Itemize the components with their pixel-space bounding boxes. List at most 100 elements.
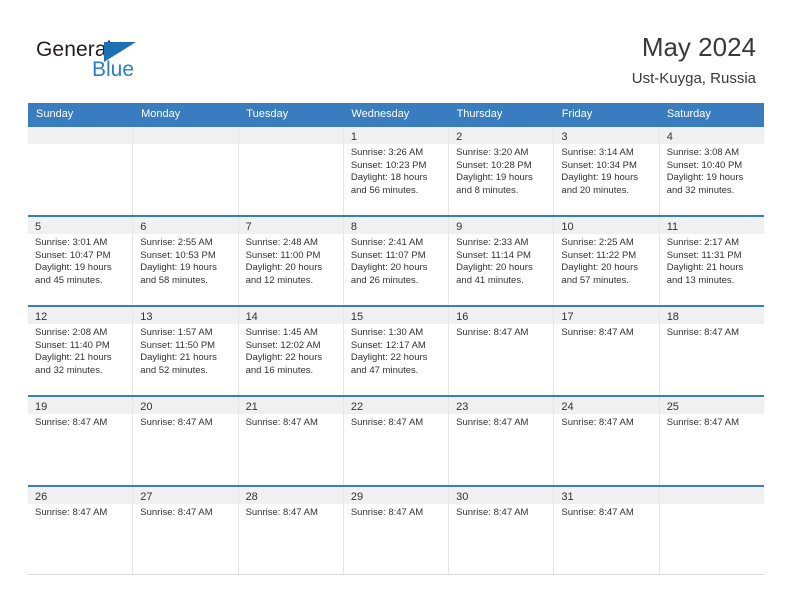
date-number: 6 xyxy=(140,221,147,233)
day-cell[interactable]: 1 Sunrise: 3:26 AM Sunset: 10:23 PM Dayligh… xyxy=(343,127,450,215)
day-detail-line: Sunrise: 8:47 AM xyxy=(350,507,424,518)
date-band: 14 xyxy=(238,307,343,324)
date-number: 7 xyxy=(245,221,252,233)
date-number: 21 xyxy=(245,401,258,413)
day-detail-line: Daylight: 22 hours xyxy=(350,352,428,364)
day-cell[interactable]: 15 Sunrise: 1:30 AM Sunset: 12:17 AM Daylig… xyxy=(343,307,450,395)
day-cell[interactable]: 27 Sunrise: 8:47 AM xyxy=(133,487,239,574)
day-details: Sunrise: 8:47 AM xyxy=(449,414,553,430)
calendar-grid: Sunday Monday Tuesday Wednesday Thursday Frid… xyxy=(28,103,764,575)
date-band: 25 xyxy=(659,397,764,414)
date-number: 28 xyxy=(245,491,258,503)
day-detail-line: Sunrise: 3:01 AM xyxy=(35,237,108,248)
day-detail-line: Sunrise: 3:20 AM xyxy=(456,147,529,158)
day-details: Sunrise: 3:08 AM Sunset: 10:40 PM Daylight… xyxy=(660,144,764,197)
date-band: 15 xyxy=(343,307,449,324)
day-cell[interactable]: 30 Sunrise: 8:47 AM xyxy=(449,487,555,574)
day-detail-line: Sunset: 12:02 AM xyxy=(245,339,321,351)
day-cell[interactable]: 26 Sunrise: 8:47 AM xyxy=(28,487,134,574)
day-cell[interactable]: 8 Sunrise: 2:41 AM Sunset: 11:07 PM Dayligh… xyxy=(343,217,450,305)
day-cell[interactable]: 14 Sunrise: 1:45 AM Sunset: 12:02 AM Daylig… xyxy=(238,307,344,395)
general-blue-logo[interactable]: General Blue xyxy=(36,38,256,88)
day-cell[interactable]: 3 Sunrise: 3:14 AM Sunset: 10:34 PM Dayligh… xyxy=(554,127,660,215)
day-cell[interactable]: 19 Sunrise: 8:47 AM xyxy=(28,397,134,485)
day-details: Sunrise: 3:26 AM Sunset: 10:23 PM Daylight… xyxy=(344,144,448,197)
date-band xyxy=(133,127,238,144)
day-detail-line: Sunset: 11:00 PM xyxy=(245,249,321,261)
day-detail-line: Daylight: 19 hours xyxy=(561,172,638,184)
day-detail-line: and 52 minutes. xyxy=(140,364,208,376)
day-details: Sunrise: 2:55 AM Sunset: 10:53 PM Daylight… xyxy=(133,234,237,287)
date-number: 13 xyxy=(140,311,153,323)
day-detail-line: and 12 minutes. xyxy=(245,274,314,286)
day-detail-line: Sunrise: 8:47 AM xyxy=(456,327,529,338)
day-cell[interactable]: 9 Sunrise: 2:33 AM Sunset: 11:14 PM Dayligh… xyxy=(449,217,555,305)
date-band: 17 xyxy=(554,307,659,324)
date-number: 19 xyxy=(35,401,48,413)
day-cell[interactable]: 11 Sunrise: 2:17 AM Sunset: 11:31 PM Daylig… xyxy=(659,217,764,305)
day-cell-empty xyxy=(28,127,134,215)
date-number: 14 xyxy=(245,311,258,323)
day-detail-line: Sunset: 11:31 PM xyxy=(666,249,742,261)
day-details: Sunrise: 8:47 AM xyxy=(660,324,764,340)
day-cell[interactable]: 2 Sunrise: 3:20 AM Sunset: 10:28 PM Dayligh… xyxy=(449,127,555,215)
date-band: 23 xyxy=(449,397,554,414)
day-detail-line: Sunset: 10:28 PM xyxy=(456,159,532,171)
day-cell[interactable]: 24 Sunrise: 8:47 AM xyxy=(554,397,660,485)
date-band: 8 xyxy=(343,217,449,234)
day-details: Sunrise: 8:47 AM xyxy=(239,414,343,430)
day-detail-line: Sunrise: 8:47 AM xyxy=(245,417,318,428)
day-detail-line: and 56 minutes. xyxy=(350,184,419,196)
weekday-header-saturday: Saturday xyxy=(666,108,711,120)
date-band: 16 xyxy=(449,307,554,324)
day-cell[interactable]: 21 Sunrise: 8:47 AM xyxy=(238,397,344,485)
day-detail-line: and 45 minutes. xyxy=(35,274,103,286)
date-number: 23 xyxy=(456,401,469,413)
day-details: Sunrise: 8:47 AM xyxy=(449,324,553,340)
day-cell[interactable]: 6 Sunrise: 2:55 AM Sunset: 10:53 PM Dayligh… xyxy=(133,217,239,305)
day-cell[interactable]: 29 Sunrise: 8:47 AM xyxy=(343,487,450,574)
day-cell[interactable]: 23 Sunrise: 8:47 AM xyxy=(449,397,555,485)
day-cell[interactable]: 17 Sunrise: 8:47 AM xyxy=(554,307,660,395)
date-number: 30 xyxy=(456,491,469,503)
day-cell[interactable]: 18 Sunrise: 8:47 AM xyxy=(659,307,764,395)
day-details: Sunrise: 1:45 AM Sunset: 12:02 AM Daylight… xyxy=(239,324,343,377)
date-number: 12 xyxy=(35,311,48,323)
day-detail-line: Sunset: 11:07 PM xyxy=(350,249,426,261)
day-detail-line: Sunrise: 8:47 AM xyxy=(35,417,108,428)
calendar-week-row: 5 Sunrise: 3:01 AM Sunset: 10:47 PM Dayligh… xyxy=(28,215,764,305)
day-cell[interactable]: 10 Sunrise: 2:25 AM Sunset: 11:22 PM Daylig… xyxy=(554,217,660,305)
date-band: 20 xyxy=(133,397,238,414)
page-header: General Blue May 2024 Ust-Kuyga, Russia xyxy=(0,0,792,103)
day-detail-line: and 32 minutes. xyxy=(666,184,735,196)
day-cell[interactable]: 12 Sunrise: 2:08 AM Sunset: 11:40 PM Daylig… xyxy=(28,307,134,395)
day-cell[interactable]: 13 Sunrise: 1:57 AM Sunset: 11:50 PM Daylig… xyxy=(133,307,239,395)
date-band: 18 xyxy=(659,307,764,324)
title-block: May 2024 Ust-Kuyga, Russia xyxy=(632,30,756,90)
day-cell[interactable]: 31 Sunrise: 8:47 AM xyxy=(554,487,660,574)
date-band: 5 xyxy=(28,217,133,234)
day-detail-line: Sunrise: 8:47 AM xyxy=(561,507,634,518)
day-cell-empty xyxy=(133,127,239,215)
day-cell[interactable]: 5 Sunrise: 3:01 AM Sunset: 10:47 PM Dayligh… xyxy=(28,217,134,305)
day-cell[interactable]: 16 Sunrise: 8:47 AM xyxy=(449,307,555,395)
day-cell[interactable]: 25 Sunrise: 8:47 AM xyxy=(659,397,764,485)
day-cell[interactable]: 7 Sunrise: 2:48 AM Sunset: 11:00 PM Dayligh… xyxy=(238,217,344,305)
date-number: 22 xyxy=(350,401,364,413)
day-details: Sunrise: 8:47 AM xyxy=(344,414,448,430)
date-band: 11 xyxy=(659,217,764,234)
date-band: 30 xyxy=(449,487,554,504)
date-number: 1 xyxy=(350,131,357,143)
day-detail-line: Daylight: 18 hours xyxy=(350,172,428,184)
day-detail-line: Sunrise: 8:47 AM xyxy=(666,327,740,338)
date-band xyxy=(28,127,133,144)
date-number: 10 xyxy=(561,221,574,233)
day-details: Sunrise: 2:25 AM Sunset: 11:22 PM Daylight… xyxy=(554,234,658,287)
day-cell[interactable]: 28 Sunrise: 8:47 AM xyxy=(238,487,344,574)
page-subtitle: Ust-Kuyga, Russia xyxy=(631,70,756,87)
day-cell[interactable]: 4 Sunrise: 3:08 AM Sunset: 10:40 PM Dayligh… xyxy=(659,127,764,215)
day-details: Sunrise: 8:47 AM xyxy=(28,414,132,430)
day-cell[interactable]: 20 Sunrise: 8:47 AM xyxy=(133,397,239,485)
day-cell[interactable]: 22 Sunrise: 8:47 AM xyxy=(343,397,450,485)
date-band: 6 xyxy=(133,217,238,234)
